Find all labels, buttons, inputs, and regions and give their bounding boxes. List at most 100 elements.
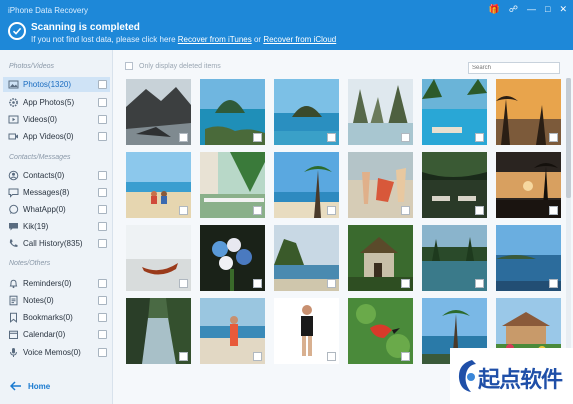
photo-checkbox[interactable] <box>253 133 262 142</box>
recover-icloud-link[interactable]: Recover from iCloud <box>263 35 336 44</box>
photo-checkbox[interactable] <box>549 279 558 288</box>
deleted-filter-checkbox[interactable] <box>125 62 133 70</box>
microphone-icon <box>7 347 19 359</box>
sidebar-item-label: Notes(0) <box>23 296 54 305</box>
photo-checkbox[interactable] <box>327 352 336 361</box>
photo-thumbnail[interactable] <box>274 225 339 291</box>
maximize-icon[interactable]: □ <box>545 4 550 14</box>
camera-icon <box>7 131 19 143</box>
photo-thumbnail[interactable] <box>274 152 339 218</box>
photo-thumbnail[interactable] <box>200 225 265 291</box>
sidebar-checkbox[interactable] <box>98 205 107 214</box>
photo-thumbnail[interactable] <box>422 152 487 218</box>
photo-thumbnail[interactable] <box>422 225 487 291</box>
sidebar-item-contacts[interactable]: Contacts(0) <box>3 168 110 183</box>
sidebar-item-notes[interactable]: Notes(0) <box>3 293 110 308</box>
photo-checkbox[interactable] <box>475 279 484 288</box>
sidebar-item-app-photos[interactable]: App Photos(5) <box>3 95 110 110</box>
photo-checkbox[interactable] <box>401 279 410 288</box>
app-title: iPhone Data Recovery <box>8 6 89 15</box>
photo-thumbnail[interactable] <box>126 225 191 291</box>
sidebar-item-label: Kik(19) <box>23 222 49 231</box>
photo-checkbox[interactable] <box>253 206 262 215</box>
sidebar-item-kik[interactable]: Kik(19) <box>3 219 110 234</box>
photo-thumbnail[interactable] <box>200 298 265 364</box>
photo-checkbox[interactable] <box>549 133 558 142</box>
photo-checkbox[interactable] <box>253 352 262 361</box>
photo-thumbnail[interactable] <box>126 298 191 364</box>
photo-checkbox[interactable] <box>549 206 558 215</box>
sidebar-item-label: WhatApp(0) <box>23 205 66 214</box>
close-icon[interactable]: ✕ <box>559 4 567 14</box>
sidebar-checkbox[interactable] <box>98 115 107 124</box>
photo-checkbox[interactable] <box>179 352 188 361</box>
photo-checkbox[interactable] <box>327 279 336 288</box>
deleted-filter[interactable]: Only display deleted items <box>125 62 221 70</box>
sidebar-item-reminders[interactable]: Reminders(0) <box>3 276 110 291</box>
photo-thumbnail[interactable] <box>496 152 561 218</box>
sidebar-checkbox[interactable] <box>98 239 107 248</box>
photo-thumbnail[interactable] <box>496 225 561 291</box>
photo-thumbnail[interactable] <box>126 152 191 218</box>
photo-thumbnail[interactable] <box>422 79 487 145</box>
sidebar-item-bookmarks[interactable]: Bookmarks(0) <box>3 310 110 325</box>
photo-thumbnail[interactable] <box>348 79 413 145</box>
photo-thumbnail[interactable] <box>274 298 339 364</box>
sidebar-item-label: Reminders(0) <box>23 279 72 288</box>
sidebar-checkbox[interactable] <box>98 98 107 107</box>
photo-checkbox[interactable] <box>475 133 484 142</box>
sidebar-item-photos[interactable]: Photos(1320) <box>3 77 110 92</box>
calendar-icon <box>7 329 19 341</box>
minimize-icon[interactable]: — <box>527 4 536 14</box>
sidebar-checkbox[interactable] <box>98 132 107 141</box>
photo-thumbnail[interactable] <box>496 79 561 145</box>
photo-thumbnail[interactable] <box>274 79 339 145</box>
photo-thumbnail[interactable] <box>200 79 265 145</box>
photo-thumbnail[interactable] <box>348 152 413 218</box>
home-button[interactable]: Home <box>10 381 50 391</box>
sidebar-item-messages[interactable]: Messages(8) <box>3 185 110 200</box>
photo-thumbnail[interactable] <box>348 225 413 291</box>
photo-checkbox[interactable] <box>253 279 262 288</box>
sidebar-item-whatsapp[interactable]: WhatApp(0) <box>3 202 110 217</box>
photo-checkbox[interactable] <box>475 206 484 215</box>
section-header-notes-others: Notes/Others <box>9 260 51 267</box>
deleted-filter-label: Only display deleted items <box>139 62 221 70</box>
gift-icon[interactable]: 🎁 <box>489 4 500 14</box>
sidebar-checkbox[interactable] <box>98 348 107 357</box>
sidebar-checkbox[interactable] <box>98 296 107 305</box>
photo-checkbox[interactable] <box>179 279 188 288</box>
recover-itunes-link[interactable]: Recover from iTunes <box>178 35 252 44</box>
photo-checkbox[interactable] <box>179 206 188 215</box>
sidebar-checkbox[interactable] <box>98 313 107 322</box>
sidebar-item-app-videos[interactable]: App Videos(0) <box>3 129 110 144</box>
sidebar-checkbox[interactable] <box>98 222 107 231</box>
sidebar-item-call-history[interactable]: Call History(835) <box>3 236 110 251</box>
photo-icon <box>7 79 19 91</box>
photo-checkbox[interactable] <box>401 133 410 142</box>
photo-thumbnail[interactable] <box>348 298 413 364</box>
photo-thumbnail[interactable] <box>200 152 265 218</box>
sidebar-checkbox[interactable] <box>98 279 107 288</box>
search-input[interactable] <box>468 62 560 74</box>
bookmark-icon <box>7 312 19 324</box>
sidebar-item-calendar[interactable]: Calendar(0) <box>3 327 110 342</box>
sidebar-checkbox[interactable] <box>98 171 107 180</box>
sidebar-item-label: Messages(8) <box>23 188 70 197</box>
photo-checkbox[interactable] <box>401 352 410 361</box>
sidebar-checkbox[interactable] <box>98 188 107 197</box>
sidebar-item-label: Calendar(0) <box>23 330 66 339</box>
pin-icon[interactable]: ☍ <box>509 4 518 14</box>
sidebar-item-label: Videos(0) <box>23 115 58 124</box>
sidebar-checkbox[interactable] <box>98 80 107 89</box>
sidebar-item-voice-memos[interactable]: Voice Memos(0) <box>3 345 110 360</box>
sidebar-checkbox[interactable] <box>98 330 107 339</box>
whatsapp-icon <box>7 204 19 216</box>
photo-thumbnail[interactable] <box>126 79 191 145</box>
photo-checkbox[interactable] <box>327 206 336 215</box>
scrollbar-thumb[interactable] <box>566 78 571 198</box>
photo-checkbox[interactable] <box>327 133 336 142</box>
sidebar-item-videos[interactable]: Videos(0) <box>3 112 110 127</box>
photo-checkbox[interactable] <box>401 206 410 215</box>
photo-checkbox[interactable] <box>179 133 188 142</box>
